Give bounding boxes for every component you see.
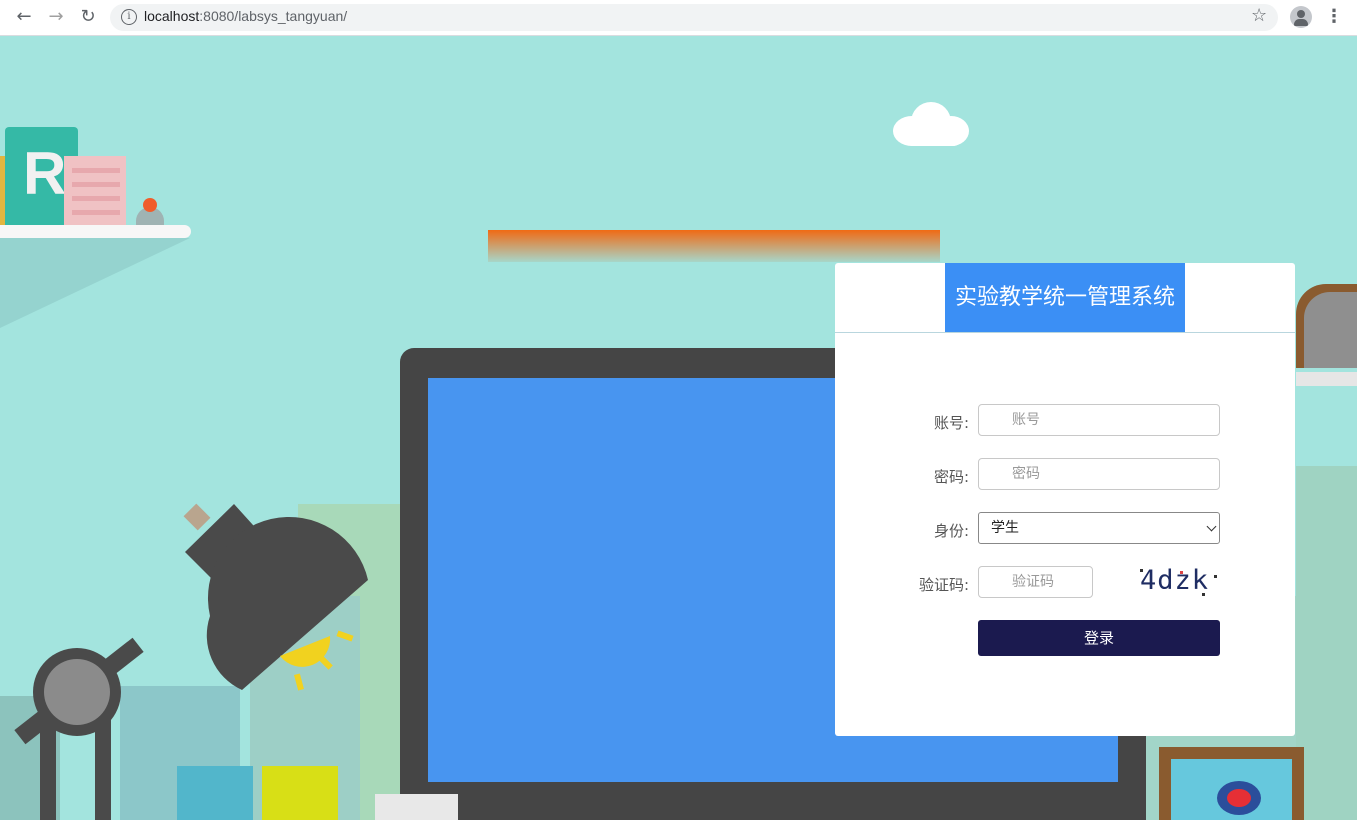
box-illustration: [177, 766, 253, 820]
login-panel: 实验教学统一管理系统 账号: 账号 密码: 密码 身份: 学生 验证码: 验证码…: [835, 263, 1295, 736]
login-button[interactable]: 登录: [978, 620, 1220, 656]
captcha-label: 验证码:: [918, 576, 969, 594]
url-path: :8080/labsys_tangyuan/: [199, 8, 348, 24]
shelf-shadow: [0, 238, 190, 328]
book-letter: R: [23, 140, 67, 207]
identity-select[interactable]: 学生: [978, 512, 1220, 544]
window-illustration: [1296, 284, 1357, 368]
forward-arrow-icon[interactable]: →: [45, 6, 67, 28]
chevron-down-icon: [1206, 521, 1217, 532]
cloud-illustration: [893, 102, 970, 146]
account-input[interactable]: 账号: [978, 404, 1220, 436]
logo-icon: [1217, 781, 1261, 815]
wall-shelf: [1296, 372, 1357, 386]
captcha-image[interactable]: 4dzk: [1140, 565, 1220, 601]
password-input[interactable]: 密码: [978, 458, 1220, 490]
url-host: localhost: [144, 8, 200, 24]
globe-illustration: [136, 198, 164, 225]
browser-toolbar: ← → ↻ i localhost:8080/labsys_tangyuan/ …: [0, 0, 1357, 36]
reload-icon[interactable]: ↻: [77, 6, 99, 28]
book-illustration: [64, 156, 126, 225]
wall-shelf: [0, 225, 191, 238]
menu-kebab-icon[interactable]: ⋮: [1325, 6, 1343, 27]
captcha-input[interactable]: 验证码: [978, 566, 1093, 598]
password-label: 密码:: [933, 468, 969, 486]
account-label: 账号:: [933, 414, 969, 432]
building-illustration: [1296, 466, 1357, 820]
box-illustration: [262, 766, 338, 820]
header-banner: [488, 230, 940, 262]
profile-avatar-icon[interactable]: [1290, 6, 1312, 28]
address-bar[interactable]: i localhost:8080/labsys_tangyuan/: [110, 4, 1278, 31]
url-text[interactable]: localhost:8080/labsys_tangyuan/: [144, 8, 347, 24]
bookmark-star-icon[interactable]: ☆: [1251, 5, 1267, 26]
mug-illustration: [375, 794, 458, 820]
identity-selected-value: 学生: [991, 520, 1019, 536]
divider: [835, 332, 1295, 333]
back-arrow-icon[interactable]: ←: [13, 6, 35, 28]
info-icon[interactable]: i: [121, 9, 137, 25]
identity-label: 身份:: [933, 522, 969, 540]
lamp-joint: [33, 648, 121, 736]
system-title: 实验教学统一管理系统: [945, 263, 1185, 333]
captcha-text: 4dzk: [1140, 565, 1210, 596]
